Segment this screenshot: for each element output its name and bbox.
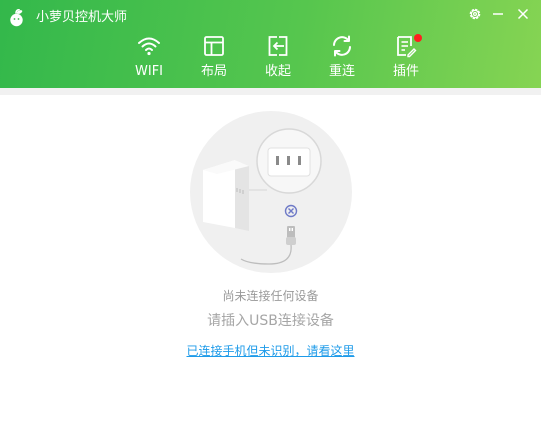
header-divider bbox=[0, 88, 541, 95]
usb-hint-message: 请插入USB连接设备 bbox=[207, 313, 334, 329]
notification-dot bbox=[414, 34, 422, 42]
toolbar: WIFI 布局 收起 重连 插件 bbox=[0, 34, 541, 84]
help-link-container: 已连接手机但未识别，请看这里 bbox=[0, 342, 541, 359]
toolbar-layout-button[interactable]: 布局 bbox=[192, 34, 236, 84]
toolbar-layout-label: 布局 bbox=[200, 64, 227, 79]
reconnect-icon bbox=[333, 35, 351, 57]
layout-icon bbox=[204, 36, 224, 56]
toolbar-collapse-button[interactable]: 收起 bbox=[256, 34, 300, 84]
no-device-illustration bbox=[190, 111, 352, 273]
toolbar-reconnect-label: 重连 bbox=[328, 64, 355, 79]
app-title: 小萝贝控机大师 bbox=[36, 10, 128, 25]
minimize-button[interactable] bbox=[488, 5, 508, 23]
gear-icon bbox=[469, 8, 481, 20]
close-button[interactable] bbox=[513, 5, 533, 23]
toolbar-wifi-label: WIFI bbox=[135, 64, 163, 79]
toolbar-collapse-label: 收起 bbox=[264, 64, 291, 79]
toolbar-wifi-button[interactable]: WIFI bbox=[127, 34, 171, 84]
close-icon bbox=[517, 8, 529, 20]
no-device-message: 尚未连接任何设备 bbox=[222, 289, 319, 303]
minimize-icon bbox=[493, 13, 503, 15]
settings-button[interactable] bbox=[465, 5, 485, 23]
unrecognized-device-help-link[interactable]: 已连接手机但未识别，请看这里 bbox=[186, 344, 354, 358]
toolbar-plugin-button[interactable]: 插件 bbox=[384, 34, 428, 84]
app-logo-icon bbox=[10, 9, 23, 27]
collapse-icon bbox=[268, 36, 288, 56]
wifi-icon bbox=[138, 37, 160, 56]
toolbar-reconnect-button[interactable]: 重连 bbox=[320, 34, 364, 84]
toolbar-plugin-label: 插件 bbox=[392, 64, 419, 79]
